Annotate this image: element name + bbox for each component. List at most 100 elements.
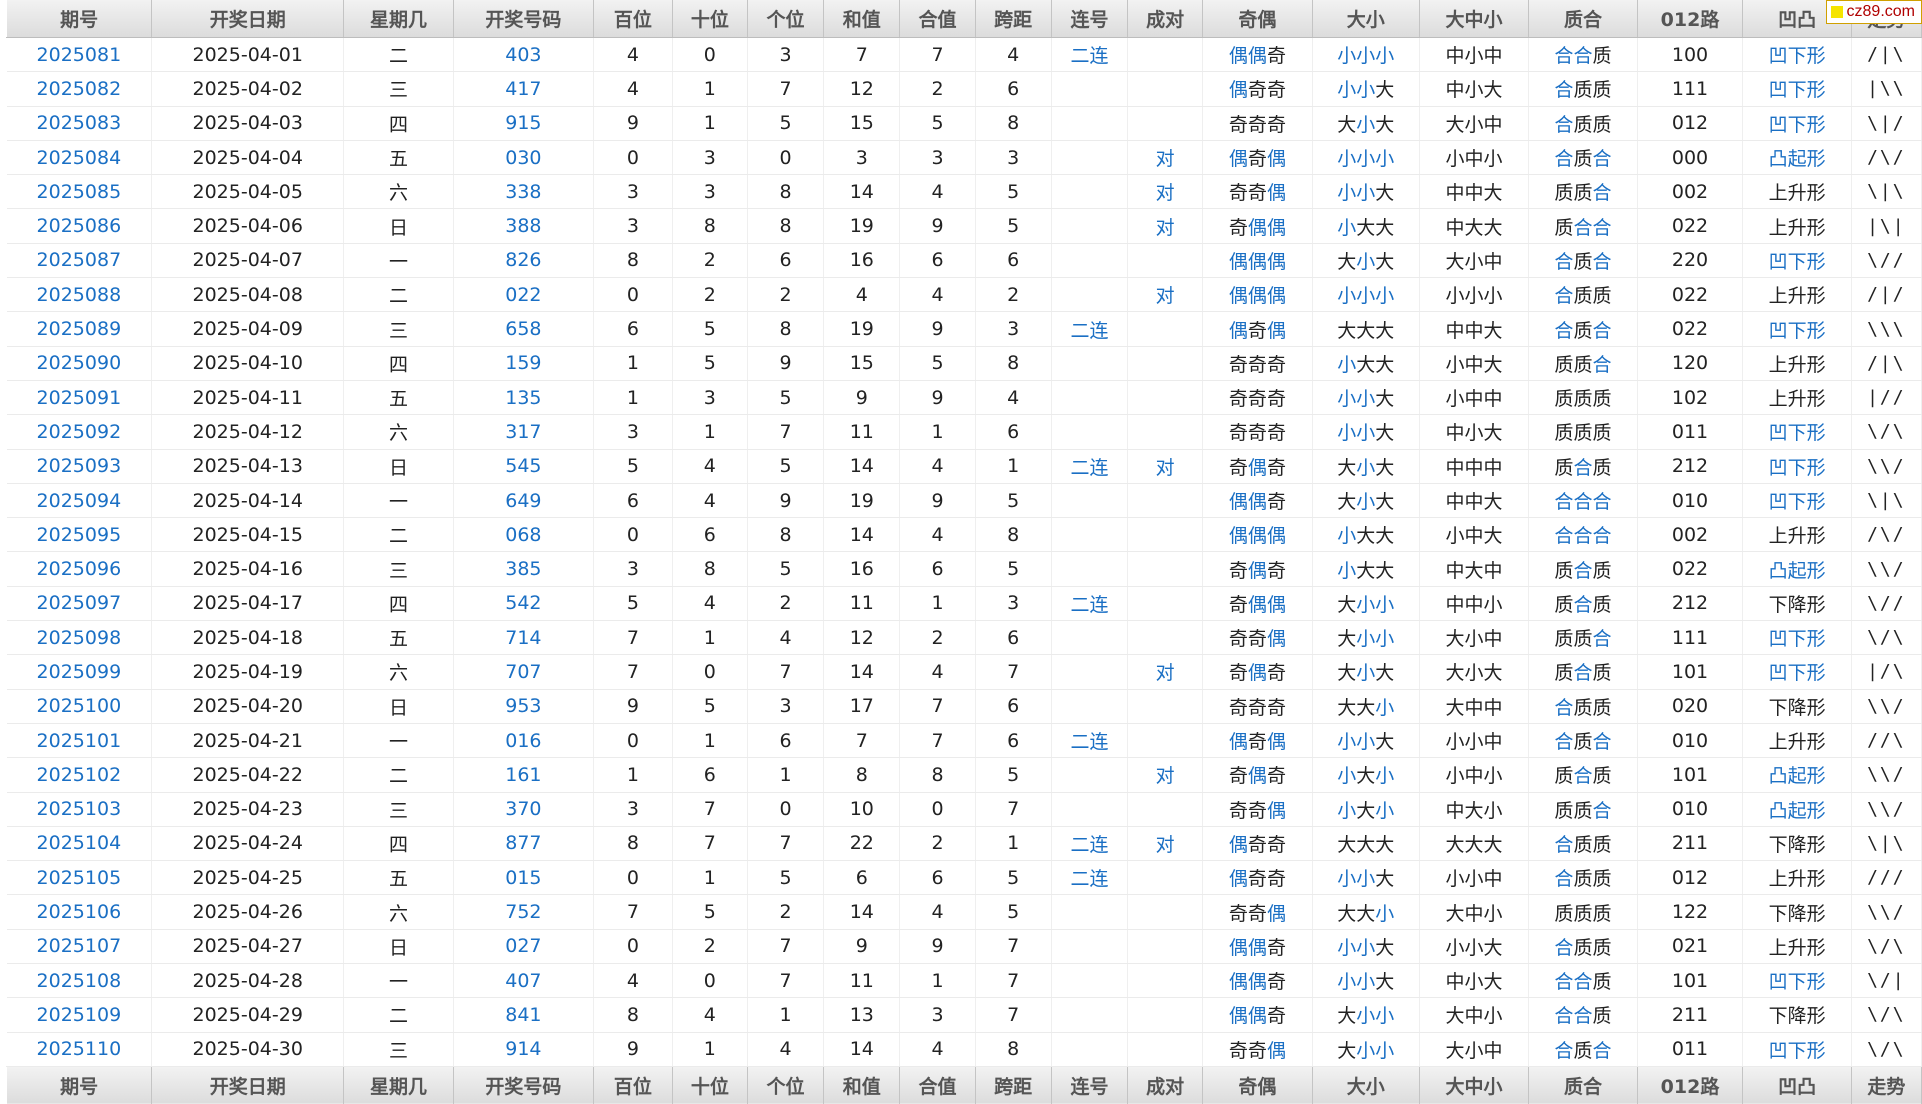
footer-column-header-big-small[interactable]: 大小 (1311, 1065, 1420, 1104)
cell-issue[interactable]: 2025105 (6, 860, 153, 896)
cell-draw-number[interactable]: 545 (453, 449, 595, 484)
cell-issue[interactable]: 2025087 (6, 243, 153, 279)
cell-issue[interactable]: 2025102 (6, 757, 153, 793)
cell-issue[interactable]: 2025081 (6, 37, 153, 73)
cell-draw-number[interactable]: 826 (453, 243, 595, 279)
footer-column-header-draw-number[interactable]: 开奖号码 (452, 1065, 595, 1104)
cell-draw-number[interactable]: 417 (453, 71, 595, 107)
cell-issue[interactable]: 2025083 (6, 106, 153, 141)
cell-issue[interactable]: 2025082 (6, 71, 153, 107)
footer-column-header-mod3-route[interactable]: 012路 (1636, 1065, 1744, 1104)
cell-issue[interactable]: 2025104 (6, 826, 153, 862)
cell-draw-number[interactable]: 317 (453, 414, 595, 450)
cell-weekday: 日 (343, 449, 454, 484)
cell-issue[interactable]: 2025106 (6, 894, 153, 930)
column-header-consecutive[interactable]: 连号 (1050, 0, 1129, 38)
cell-draw-number[interactable]: 370 (453, 792, 595, 827)
cell-issue[interactable]: 2025086 (6, 208, 153, 244)
cell-draw-number[interactable]: 016 (453, 723, 595, 759)
cell-draw-number[interactable]: 953 (453, 689, 595, 724)
cell-draw-number[interactable]: 915 (453, 106, 595, 141)
column-header-pair[interactable]: 成对 (1127, 0, 1204, 38)
cell-issue[interactable]: 2025084 (6, 140, 153, 176)
cell-issue[interactable]: 2025098 (6, 620, 153, 656)
cell-issue[interactable]: 2025110 (6, 1032, 153, 1067)
footer-column-header-weekday[interactable]: 星期几 (343, 1065, 454, 1104)
cell-draw-number[interactable]: 707 (453, 654, 595, 690)
footer-column-header-big-mid-small[interactable]: 大中小 (1418, 1065, 1530, 1104)
column-header-big-mid-small[interactable]: 大中小 (1418, 0, 1530, 38)
cell-issue[interactable]: 2025109 (6, 997, 153, 1033)
column-header-span[interactable]: 跨距 (974, 0, 1052, 38)
cell-issue[interactable]: 2025091 (6, 380, 153, 416)
cell-draw-number[interactable]: 714 (453, 620, 595, 656)
footer-column-header-consecutive[interactable]: 连号 (1050, 1065, 1129, 1104)
footer-column-header-units[interactable]: 个位 (746, 1065, 825, 1104)
footer-column-header-sum[interactable]: 和值 (823, 1065, 901, 1104)
column-header-prime-composite[interactable]: 质合 (1528, 0, 1638, 38)
cell-draw-number[interactable]: 841 (453, 997, 595, 1033)
cell-draw-number[interactable]: 658 (453, 311, 595, 347)
footer-column-header-sum-tail[interactable]: 合值 (899, 1065, 976, 1104)
column-header-weekday[interactable]: 星期几 (343, 0, 454, 38)
cell-issue[interactable]: 2025090 (6, 346, 153, 381)
cell-issue[interactable]: 2025100 (6, 689, 153, 724)
cell-draw-number[interactable]: 135 (453, 380, 595, 416)
cell-issue[interactable]: 2025096 (6, 551, 153, 587)
cell-issue[interactable]: 2025093 (6, 449, 153, 484)
column-header-units[interactable]: 个位 (746, 0, 825, 38)
cell-draw-number[interactable]: 027 (453, 929, 595, 965)
footer-column-header-prime-composite[interactable]: 质合 (1528, 1065, 1638, 1104)
cell-issue[interactable]: 2025103 (6, 792, 153, 827)
column-header-tens[interactable]: 十位 (671, 0, 748, 38)
cell-draw-number[interactable]: 649 (453, 483, 595, 519)
column-header-sum-tail[interactable]: 合值 (899, 0, 976, 38)
cell-draw-number[interactable]: 542 (453, 586, 595, 622)
column-header-odd-even[interactable]: 奇偶 (1202, 0, 1313, 38)
footer-column-header-hundreds[interactable]: 百位 (593, 1065, 673, 1104)
cell-draw-number[interactable]: 914 (453, 1032, 595, 1067)
column-header-big-small[interactable]: 大小 (1311, 0, 1420, 38)
footer-column-header-draw-date[interactable]: 开奖日期 (151, 1065, 345, 1104)
cell-draw-number[interactable]: 407 (453, 963, 595, 999)
column-header-mod3-route[interactable]: 012路 (1636, 0, 1744, 38)
cell-draw-number[interactable]: 015 (453, 860, 595, 896)
cell-draw-number[interactable]: 022 (453, 277, 595, 313)
cell-draw-date: 2025-04-23 (151, 792, 345, 827)
cell-draw-number[interactable]: 161 (453, 757, 595, 793)
footer-column-header-trend[interactable]: 走势 (1850, 1065, 1922, 1104)
footer-column-header-tens[interactable]: 十位 (671, 1065, 748, 1104)
footer-column-header-pair[interactable]: 成对 (1127, 1065, 1204, 1104)
cell-issue[interactable]: 2025099 (6, 654, 153, 690)
cell-draw-number[interactable]: 403 (453, 37, 595, 73)
cell-issue[interactable]: 2025108 (6, 963, 153, 999)
column-header-hundreds[interactable]: 百位 (593, 0, 673, 38)
cell-issue[interactable]: 2025107 (6, 929, 153, 965)
cell-draw-number[interactable]: 338 (453, 174, 595, 210)
column-header-draw-number[interactable]: 开奖号码 (452, 0, 595, 38)
cell-draw-number[interactable]: 068 (453, 517, 595, 553)
cell-mod3-route: 101 (1637, 654, 1744, 690)
footer-column-header-issue[interactable]: 期号 (5, 1065, 153, 1104)
site-badge[interactable]: cz89.com (1825, 0, 1922, 24)
footer-column-header-span[interactable]: 跨距 (974, 1065, 1052, 1104)
cell-issue[interactable]: 2025088 (6, 277, 153, 313)
cell-issue[interactable]: 2025092 (6, 414, 153, 450)
cell-draw-number[interactable]: 877 (453, 826, 595, 862)
cell-draw-number[interactable]: 159 (453, 346, 595, 381)
cell-draw-number[interactable]: 030 (453, 140, 595, 176)
column-header-sum[interactable]: 和值 (823, 0, 901, 38)
column-header-issue[interactable]: 期号 (5, 0, 153, 38)
cell-issue[interactable]: 2025095 (6, 517, 153, 553)
footer-column-header-shape[interactable]: 凹凸 (1742, 1065, 1852, 1104)
cell-draw-number[interactable]: 385 (453, 551, 595, 587)
cell-issue[interactable]: 2025085 (6, 174, 153, 210)
cell-issue[interactable]: 2025097 (6, 586, 153, 622)
cell-draw-number[interactable]: 388 (453, 208, 595, 244)
cell-issue[interactable]: 2025101 (6, 723, 153, 759)
footer-column-header-odd-even[interactable]: 奇偶 (1202, 1065, 1313, 1104)
column-header-draw-date[interactable]: 开奖日期 (151, 0, 345, 38)
cell-issue[interactable]: 2025089 (6, 311, 153, 347)
cell-issue[interactable]: 2025094 (6, 483, 153, 519)
cell-draw-number[interactable]: 752 (453, 894, 595, 930)
